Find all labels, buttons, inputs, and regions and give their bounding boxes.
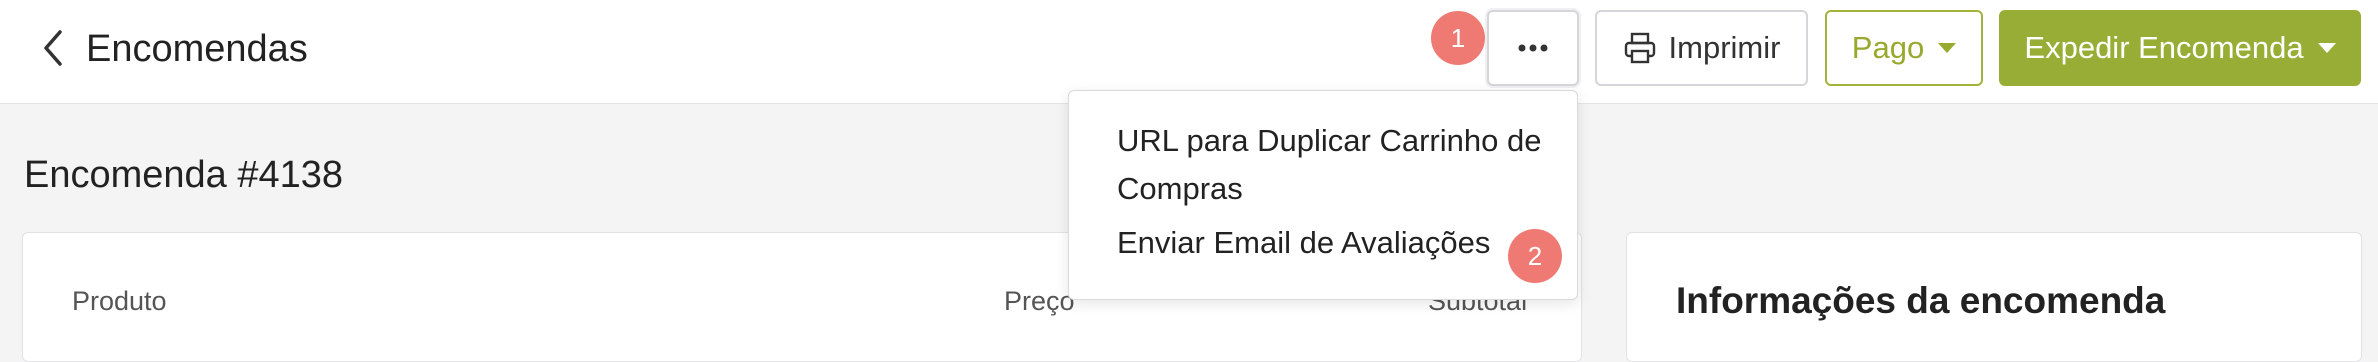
menu-item-send-review-email[interactable]: Enviar Email de Avaliações: [1117, 219, 1557, 267]
more-options-menu: URL para Duplicar Carrinho de Compras En…: [1068, 90, 1578, 300]
print-label: Imprimir: [1668, 30, 1781, 65]
ship-label: Expedir Encomenda: [2024, 30, 2304, 65]
paid-status-dropdown[interactable]: Pago: [1825, 10, 1983, 86]
column-header-product: Produto: [72, 286, 167, 316]
printer-icon: [1624, 32, 1655, 64]
step-badge-2: 2: [1508, 229, 1562, 283]
page-title: Encomendas: [86, 28, 308, 70]
back-button[interactable]: [38, 26, 68, 70]
order-title: Encomenda #4138: [24, 154, 344, 196]
caret-down-icon: [1938, 43, 1957, 53]
order-info-title: Informações da encomenda: [1676, 280, 2166, 321]
print-button[interactable]: Imprimir: [1595, 10, 1808, 86]
menu-item-duplicate-cart-url[interactable]: URL para Duplicar Carrinho de Compras: [1117, 117, 1557, 213]
caret-down-icon: [2317, 43, 2336, 53]
paid-label: Pago: [1851, 30, 1925, 65]
top-bar: Encomendas 1 Imprimir Pago Expedir Encom…: [0, 0, 2378, 104]
column-header-price: Preço: [1004, 286, 1075, 316]
chevron-left-icon: [44, 30, 62, 66]
more-dots-icon: [1518, 44, 1548, 52]
step-badge-1: 1: [1431, 11, 1485, 65]
more-options-button[interactable]: [1487, 10, 1579, 86]
ship-order-dropdown[interactable]: Expedir Encomenda: [1999, 10, 2361, 86]
